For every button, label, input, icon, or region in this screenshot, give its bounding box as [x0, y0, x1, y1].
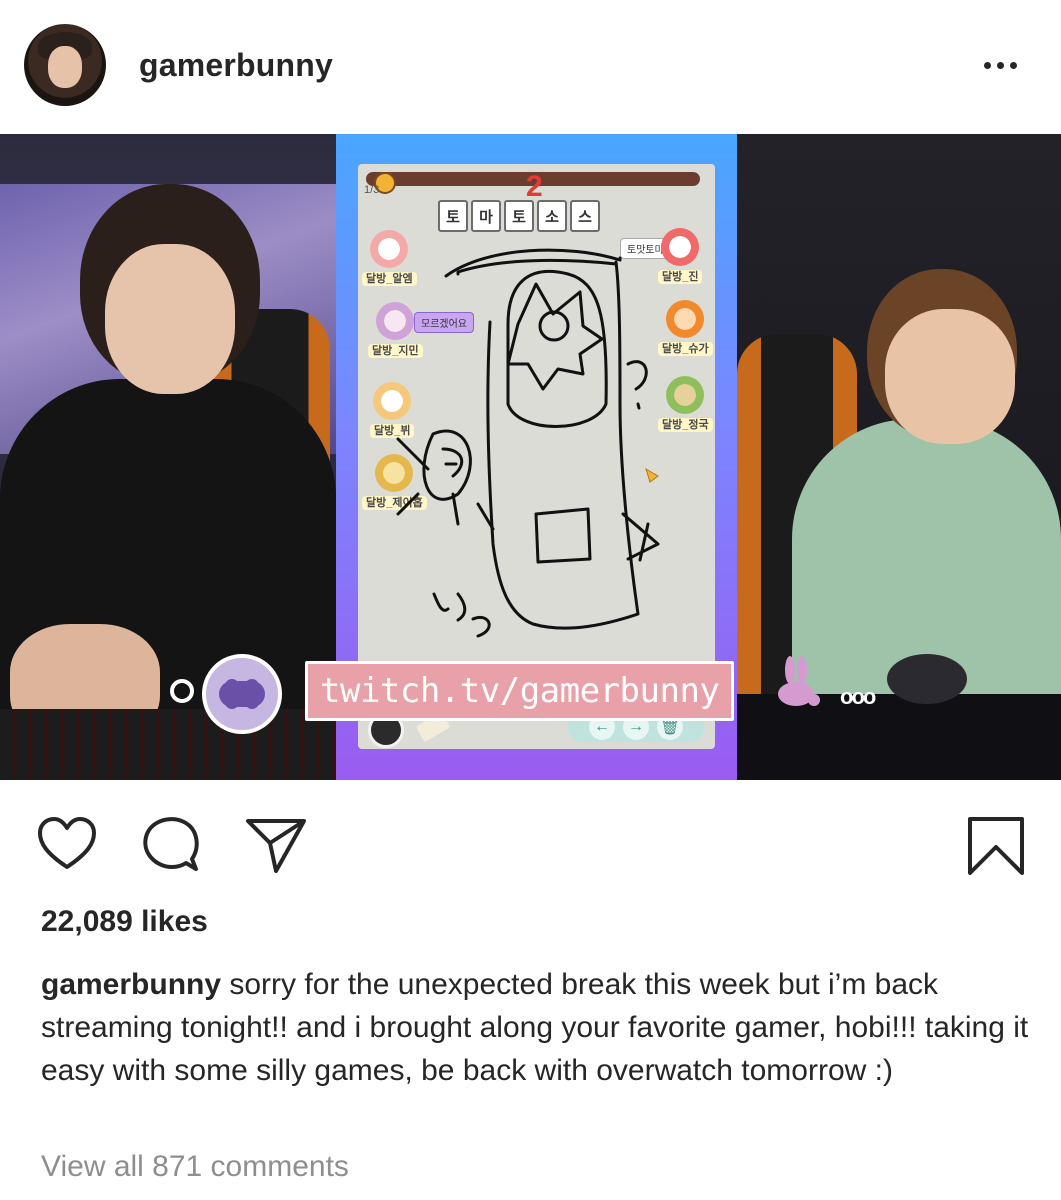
post-actions [0, 800, 1061, 890]
avatar[interactable] [24, 24, 106, 106]
paper-plane-icon[interactable] [244, 815, 308, 875]
likes-count[interactable]: 22,089 likes [41, 905, 208, 939]
avatar-face [48, 46, 82, 88]
more-options-icon[interactable] [984, 55, 1028, 75]
caption-username[interactable]: gamerbunny [41, 968, 221, 1001]
post-username[interactable]: gamerbunny [139, 47, 333, 84]
view-comments-link[interactable]: View all 871 comments [41, 1150, 349, 1184]
heart-icon[interactable] [36, 815, 98, 873]
post-image[interactable]: 2 1/3 토 마 토 소 스 달방_알엠 달방_지민 모르겠어요 달방_뷔 달… [0, 134, 1061, 780]
post-caption: gamerbunny sorry for the unexpected brea… [41, 963, 1031, 1092]
gamepad-icon [202, 654, 282, 734]
bunny-icon [778, 656, 820, 706]
twitch-link: twitch.tv/gamerbunny [305, 661, 735, 721]
post-header: gamerbunny [0, 0, 1061, 134]
overlay-dots: ooo [840, 684, 876, 709]
comment-icon[interactable] [140, 815, 202, 875]
stream-overlay: twitch.tv/gamerbunny ooo [170, 644, 910, 744]
overlay-dot-icon [170, 679, 194, 703]
bookmark-icon[interactable] [966, 815, 1026, 877]
